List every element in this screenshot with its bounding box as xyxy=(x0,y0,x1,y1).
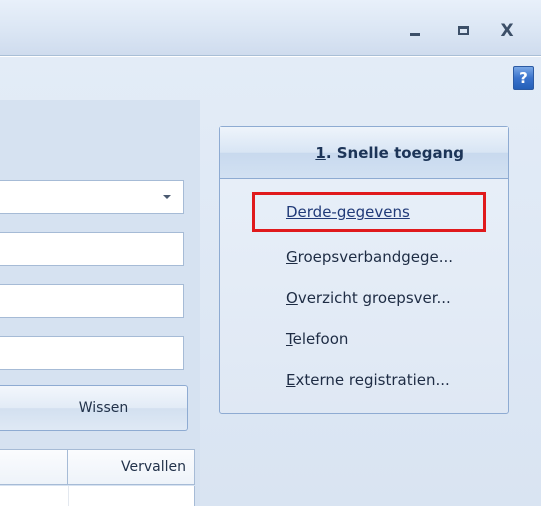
help-button[interactable]: ? xyxy=(513,66,534,90)
close-button[interactable]: X xyxy=(496,20,518,42)
chevron-down-icon[interactable] xyxy=(163,195,171,199)
close-icon: X xyxy=(500,21,514,41)
wissen-button[interactable]: Wissen xyxy=(0,385,188,431)
link-telefoon[interactable]: Telefoon xyxy=(286,330,348,348)
grid-column-separator xyxy=(68,486,69,506)
highlight-box xyxy=(252,192,486,232)
restore-icon xyxy=(458,26,469,35)
link-accel: G xyxy=(286,248,298,266)
link-label: xterne registratien... xyxy=(295,371,450,389)
link-accel: O xyxy=(286,289,298,307)
minimize-icon xyxy=(410,33,420,36)
link-label: elefoon xyxy=(292,330,349,348)
text-field-2[interactable] xyxy=(0,284,184,318)
text-field-1[interactable] xyxy=(0,232,184,266)
text-field-3[interactable] xyxy=(0,336,184,370)
link-externe-registratien[interactable]: Externe registratien... xyxy=(286,371,450,389)
grid-column-vervallen[interactable]: Vervallen xyxy=(68,450,195,484)
restore-button[interactable] xyxy=(452,20,474,42)
grid-header: Vervallen xyxy=(0,449,195,485)
link-label: verzicht groepsver... xyxy=(297,289,451,307)
dropdown-field[interactable] xyxy=(0,180,184,214)
link-overzicht-groepsverbanden[interactable]: Overzicht groepsver... xyxy=(286,289,451,307)
header-title: . Snelle toegang xyxy=(325,144,464,162)
window-titlebar: X xyxy=(0,0,541,56)
minimize-button[interactable] xyxy=(404,20,426,42)
grid-column-header[interactable] xyxy=(0,450,68,484)
link-accel: T xyxy=(286,330,293,348)
header-accel: 1 xyxy=(315,144,326,162)
link-label: roepsverbandgege... xyxy=(297,248,454,266)
grid-body xyxy=(0,486,195,506)
quick-access-header: 1. Snelle toegang xyxy=(220,127,508,179)
help-icon: ? xyxy=(519,69,528,87)
link-groepsverbandgegevens[interactable]: Groepsverbandgege... xyxy=(286,248,453,266)
